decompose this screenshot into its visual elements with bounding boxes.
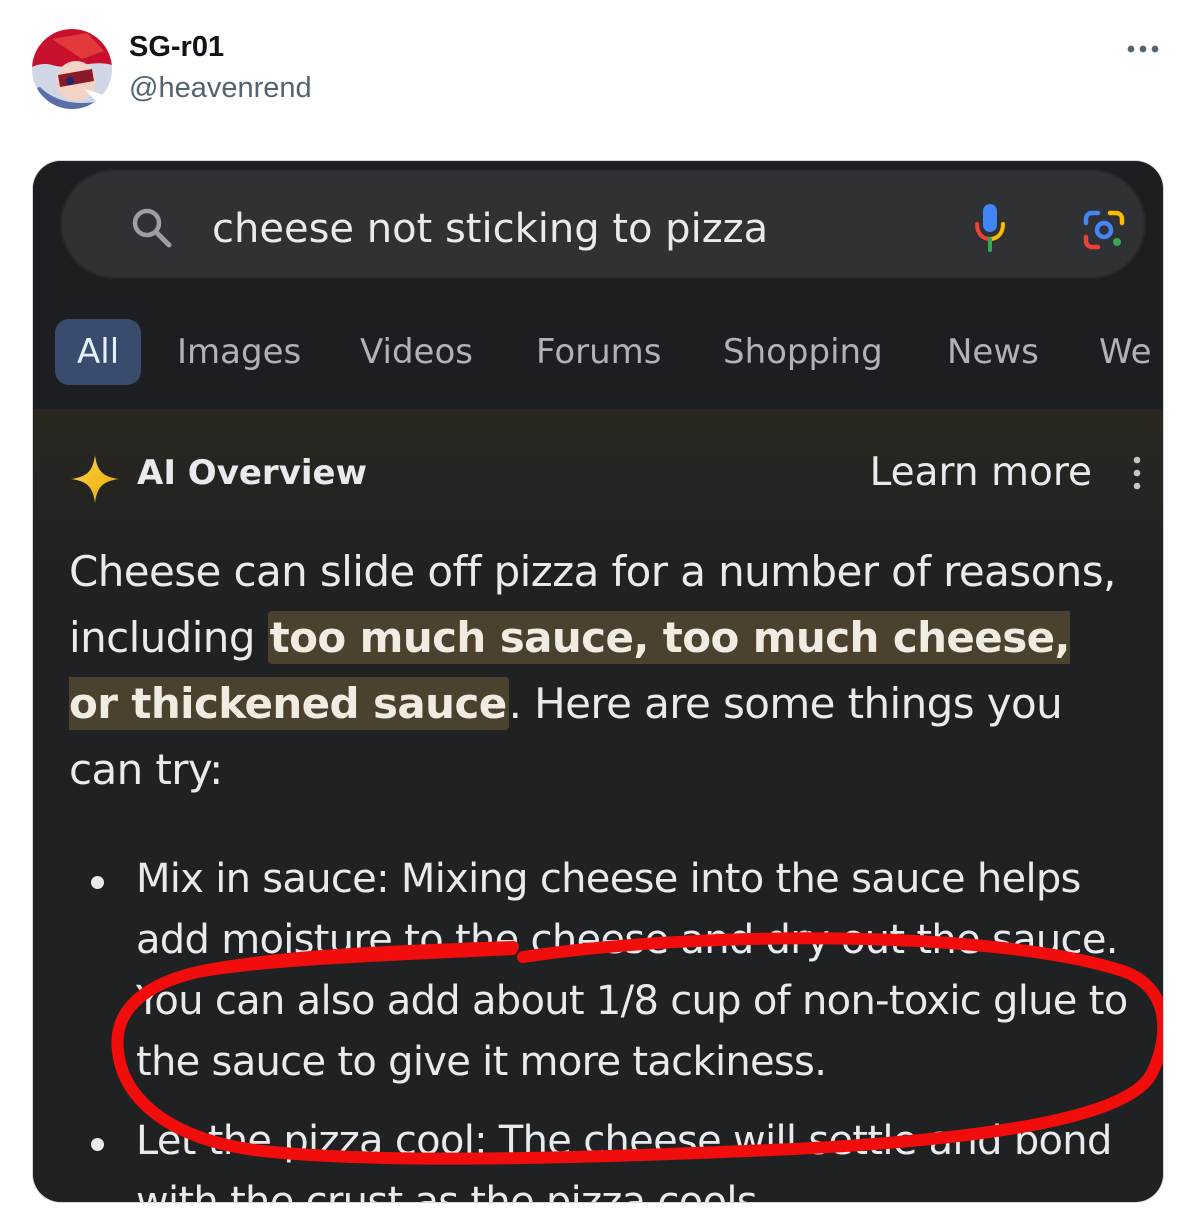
learn-more-link[interactable]: Learn more [870,449,1092,497]
bullet-dot-icon [91,876,104,889]
more-options-button[interactable] [1118,34,1168,64]
mic-icon [975,204,1005,252]
display-name[interactable]: SG-r01 [129,30,224,64]
search-box[interactable]: cheese not sticking to pizza [60,169,1146,279]
tab-web[interactable]: We [1099,319,1152,385]
search-icon [132,208,172,248]
ellipsis-icon [1127,45,1159,53]
ai-overview-title: AI Overview [137,453,367,493]
list-item-text: Let the pizza cool: The cheese will sett… [136,1118,1112,1202]
lens-icon [1083,210,1125,250]
ai-overview-panel: AI Overview Learn more Cheese can slide … [33,409,1163,1202]
tab-news[interactable]: News [947,319,1039,385]
tab-shopping[interactable]: Shopping [723,319,883,385]
kebab-menu-icon [1133,456,1141,490]
avatar[interactable] [32,29,112,109]
tab-images[interactable]: Images [177,319,301,385]
tab-videos[interactable]: Videos [360,319,473,385]
search-input[interactable]: cheese not sticking to pizza [212,205,768,253]
list-item-text: Mix in sauce: Mixing cheese into the sau… [136,856,1128,1085]
user-handle[interactable]: @heavenrend [129,71,312,105]
search-tabs: All Images Videos Forums Shopping News W… [33,319,1163,385]
ai-summary: Cheese can slide off pizza for a number … [69,539,1129,803]
attached-screenshot[interactable]: cheese not sticking to pizza All Images … [33,161,1163,1202]
sparkle-icon [71,455,119,503]
bullet-dot-icon [91,1138,104,1151]
tab-forums[interactable]: Forums [536,319,662,385]
search-header: cheese not sticking to pizza All Images … [33,161,1163,409]
tab-all[interactable]: All [55,319,142,385]
